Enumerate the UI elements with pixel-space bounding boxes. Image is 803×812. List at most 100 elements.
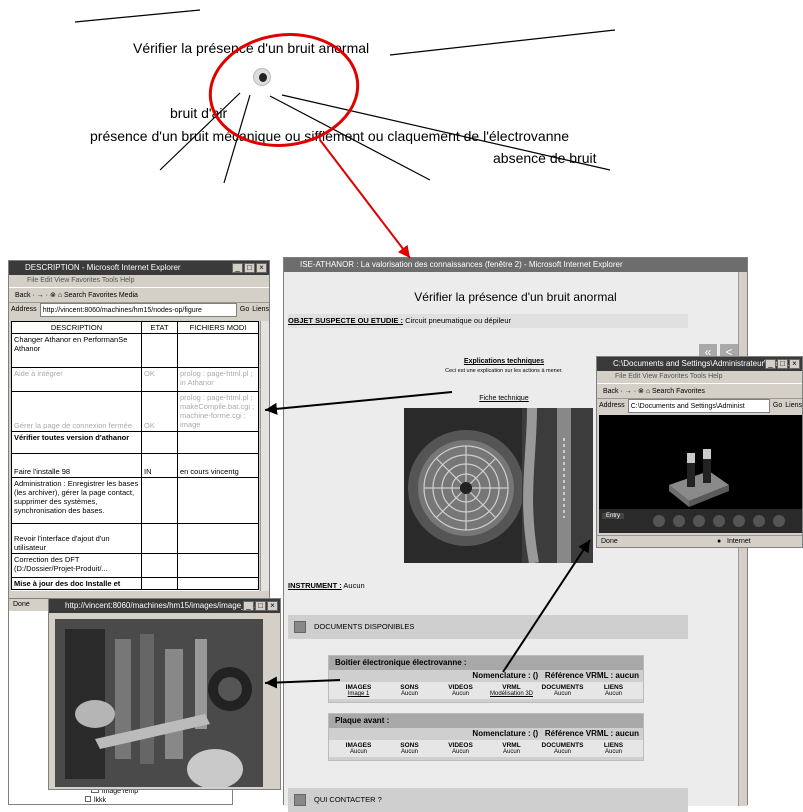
table-row: Revoir l'interface d'ajout d'un utilisat…	[11, 523, 259, 554]
minimize-button[interactable]: _	[765, 359, 776, 369]
documents-section-header[interactable]: DOCUMENTS DISPONIBLES	[288, 615, 688, 639]
col-head: IMAGES	[345, 742, 372, 749]
address-input[interactable]: http://vincent:8060/machines/hm15/nodes-…	[39, 303, 237, 317]
diagram-branch-air: bruit d'air	[170, 105, 228, 121]
window-controls: _ □ ×	[765, 359, 800, 369]
contact-label: QUI CONTACTER ?	[314, 795, 382, 804]
col-videos: VIDEOS Aucun	[435, 742, 486, 755]
page-title: Vérifier la présence d'un bruit anormal	[414, 290, 617, 304]
col-head: IMAGES	[345, 684, 372, 691]
close-button[interactable]: ×	[267, 601, 278, 611]
links-button[interactable]: Liens	[252, 303, 269, 317]
col-vrml: VRML Aucun	[486, 742, 537, 755]
maximize-button[interactable]: □	[777, 359, 788, 369]
instrument-label: INSTRUMENT :	[288, 581, 342, 590]
cell	[141, 523, 178, 554]
menu-bar[interactable]: File Edit View Favorites Tools Help	[597, 371, 802, 383]
toolbar[interactable]: Back · → · ⊗ ⌂ Search Favorites	[597, 383, 802, 399]
col-header: ETAT	[141, 321, 178, 334]
description-scrollbar[interactable]	[260, 321, 269, 591]
menu-bar[interactable]: File Edit View Favorites Tools Help	[9, 275, 269, 287]
cell	[141, 553, 178, 578]
links-button[interactable]: Liens	[785, 399, 802, 413]
doc-table-boitier: Boitier électronique électrovanne : Nome…	[328, 655, 644, 703]
col-videos: VIDEOS Aucun	[435, 684, 486, 697]
toolbar[interactable]: Back · → · ⊗ ⌂ Search Favorites Media	[9, 287, 269, 303]
col-header: DESCRIPTION	[11, 321, 142, 334]
table-row: Vérifier toutes version d'athanor	[11, 431, 259, 454]
table-row: Changer Athanor en PerformanSe Athanor	[11, 333, 259, 368]
doc-table-plaque: Plaque avant : Nomenclature : () Référen…	[328, 713, 644, 761]
contact-section-header[interactable]: QUI CONTACTER ?	[288, 788, 688, 812]
image-1-link[interactable]: Image 1	[348, 691, 370, 697]
cell: Revoir l'interface d'ajout d'un utilisat…	[11, 523, 142, 554]
col-head: LIENS	[603, 684, 624, 691]
description-window-title: DESCRIPTION - Microsoft Internet Explore…	[9, 261, 269, 275]
col-value: Aucun	[553, 749, 571, 755]
vrml-viewer[interactable]: Entry	[599, 415, 802, 533]
description-table: DESCRIPTION ETAT FICHIERS MODI Changer A…	[11, 321, 259, 590]
col-liens: LIENS Aucun	[588, 742, 639, 755]
viewer-mode[interactable]: Entry	[602, 513, 625, 519]
cell	[177, 477, 259, 524]
cell: Correction des DFT (D:/Dossier/Projet-Pr…	[11, 553, 142, 578]
col-liens: LIENS Aucun	[588, 684, 639, 697]
address-bar: Address C:\Documents and Settings\Admini…	[597, 399, 802, 413]
address-label: Address	[599, 402, 625, 409]
expand-icon	[85, 796, 91, 802]
cell	[177, 577, 259, 590]
cell: prolog : page-html.pl ; makeCompile.bat.…	[177, 391, 259, 432]
status-zone: Internet	[727, 538, 751, 545]
cell	[177, 553, 259, 578]
address-label: Address	[11, 306, 37, 313]
contact-icon	[294, 794, 306, 806]
vrml-ref-label: Référence VRML : aucun	[544, 671, 639, 680]
object-value: Circuit pneumatique ou dépileur	[405, 316, 512, 325]
cell: OK	[141, 367, 178, 392]
machine-photo	[404, 408, 593, 563]
main-window-title: ISE-ATHANOR : La valorisation des connai…	[284, 258, 747, 272]
close-button[interactable]: ×	[789, 359, 800, 369]
maximize-button[interactable]: □	[255, 601, 266, 611]
col-value: Aucun	[451, 691, 469, 697]
go-button[interactable]: Go	[240, 303, 249, 317]
cell	[141, 333, 178, 368]
table-row: Correction des DFT (D:/Dossier/Projet-Pr…	[11, 553, 259, 578]
modelisation-3d-link[interactable]: Modélisation 3D	[490, 691, 533, 697]
doc-table-title: Boitier électronique électrovanne :	[329, 656, 643, 670]
vrml-ref-label: Référence VRML : aucun	[544, 729, 639, 738]
tree-item[interactable]: lkkk	[85, 796, 106, 804]
col-value: Aucun	[604, 749, 622, 755]
tree-item-label: lkkk	[94, 797, 107, 804]
minimize-button[interactable]: _	[232, 263, 243, 273]
col-images: IMAGES Image 1	[333, 684, 384, 697]
col-value: Aucun	[553, 691, 571, 697]
col-value: Aucun	[604, 691, 622, 697]
description-content: DESCRIPTION ETAT FICHIERS MODI Changer A…	[11, 321, 259, 591]
col-head: VIDEOS	[448, 684, 473, 691]
explications-title: Explications techniques	[463, 358, 545, 365]
address-input[interactable]: C:\Documents and Settings\Administ	[627, 399, 770, 413]
col-head: SONS	[400, 684, 419, 691]
fiche-technique-link[interactable]: Fiche technique	[444, 395, 564, 402]
internet-zone-icon: ●	[717, 538, 722, 545]
diagram-branch-mechanical: présence d'un bruit mécanique ou sifflem…	[90, 128, 570, 144]
doc-cols-row: IMAGES Aucun SONS Aucun VIDEOS Aucun VRML Au…	[329, 740, 643, 757]
instrument-value: Aucun	[343, 581, 365, 590]
instrument-row: INSTRUMENT : Aucun	[288, 579, 688, 593]
col-images: IMAGES Aucun	[333, 742, 384, 755]
doc-table-title: Plaque avant :	[329, 714, 643, 728]
table-header-row: DESCRIPTION ETAT FICHIERS MODI	[11, 321, 259, 334]
col-value: Aucun	[502, 749, 520, 755]
cell	[177, 431, 259, 454]
col-head: VRML	[502, 742, 521, 749]
maximize-button[interactable]: □	[244, 263, 255, 273]
documents-label: DOCUMENTS DISPONIBLES	[314, 622, 415, 631]
col-value: Aucun	[451, 749, 469, 755]
close-button[interactable]: ×	[256, 263, 267, 273]
table-row: Administration : Enregistrer les bases (…	[11, 477, 259, 524]
minimize-button[interactable]: _	[243, 601, 254, 611]
cell: Changer Athanor en PerformanSe Athanor	[11, 333, 142, 368]
cell	[177, 523, 259, 554]
go-button[interactable]: Go	[773, 399, 782, 413]
